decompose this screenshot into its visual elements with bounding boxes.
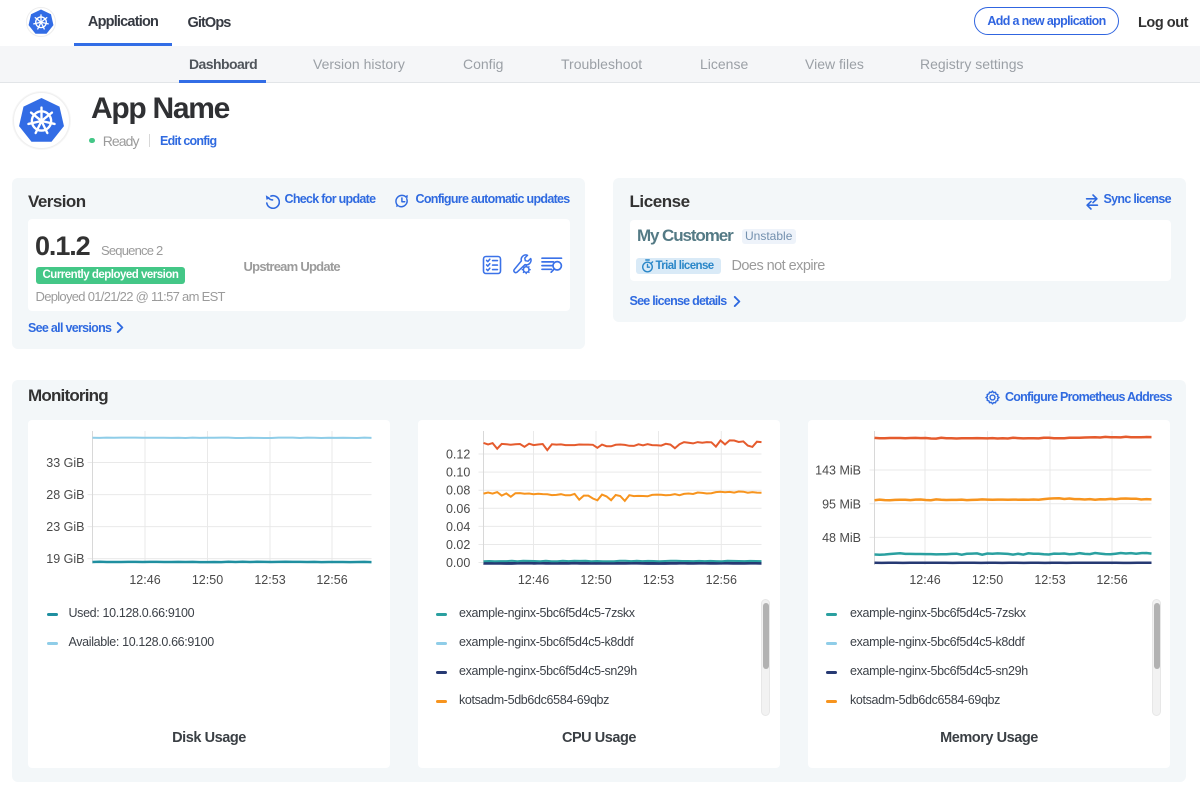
svg-text:143 MiB: 143 MiB <box>815 464 861 478</box>
svg-text:12:50: 12:50 <box>580 573 611 587</box>
svg-text:12:53: 12:53 <box>254 573 285 587</box>
svg-text:12:53: 12:53 <box>643 573 674 587</box>
svg-text:12:46: 12:46 <box>518 573 549 587</box>
svg-text:33 GiB: 33 GiB <box>46 456 84 470</box>
svg-text:48 MiB: 48 MiB <box>822 531 861 545</box>
svg-text:12:50: 12:50 <box>972 573 1003 587</box>
svg-text:28 GiB: 28 GiB <box>46 488 84 502</box>
svg-text:0.08: 0.08 <box>446 484 470 498</box>
svg-text:12:53: 12:53 <box>1034 573 1065 587</box>
svg-text:12:46: 12:46 <box>909 573 940 587</box>
svg-text:0.04: 0.04 <box>446 520 470 534</box>
svg-text:12:56: 12:56 <box>706 573 737 587</box>
svg-text:0.00: 0.00 <box>446 556 470 570</box>
svg-text:12:50: 12:50 <box>192 573 223 587</box>
svg-text:12:56: 12:56 <box>316 573 347 587</box>
svg-text:0.02: 0.02 <box>446 538 470 552</box>
svg-text:0.06: 0.06 <box>446 502 470 516</box>
svg-text:0.12: 0.12 <box>446 448 470 462</box>
svg-text:23 GiB: 23 GiB <box>46 520 84 534</box>
svg-text:12:46: 12:46 <box>129 573 160 587</box>
svg-text:0.10: 0.10 <box>446 466 470 480</box>
svg-text:19 GiB: 19 GiB <box>46 552 84 566</box>
svg-text:12:56: 12:56 <box>1096 573 1127 587</box>
svg-text:95 MiB: 95 MiB <box>822 497 861 511</box>
